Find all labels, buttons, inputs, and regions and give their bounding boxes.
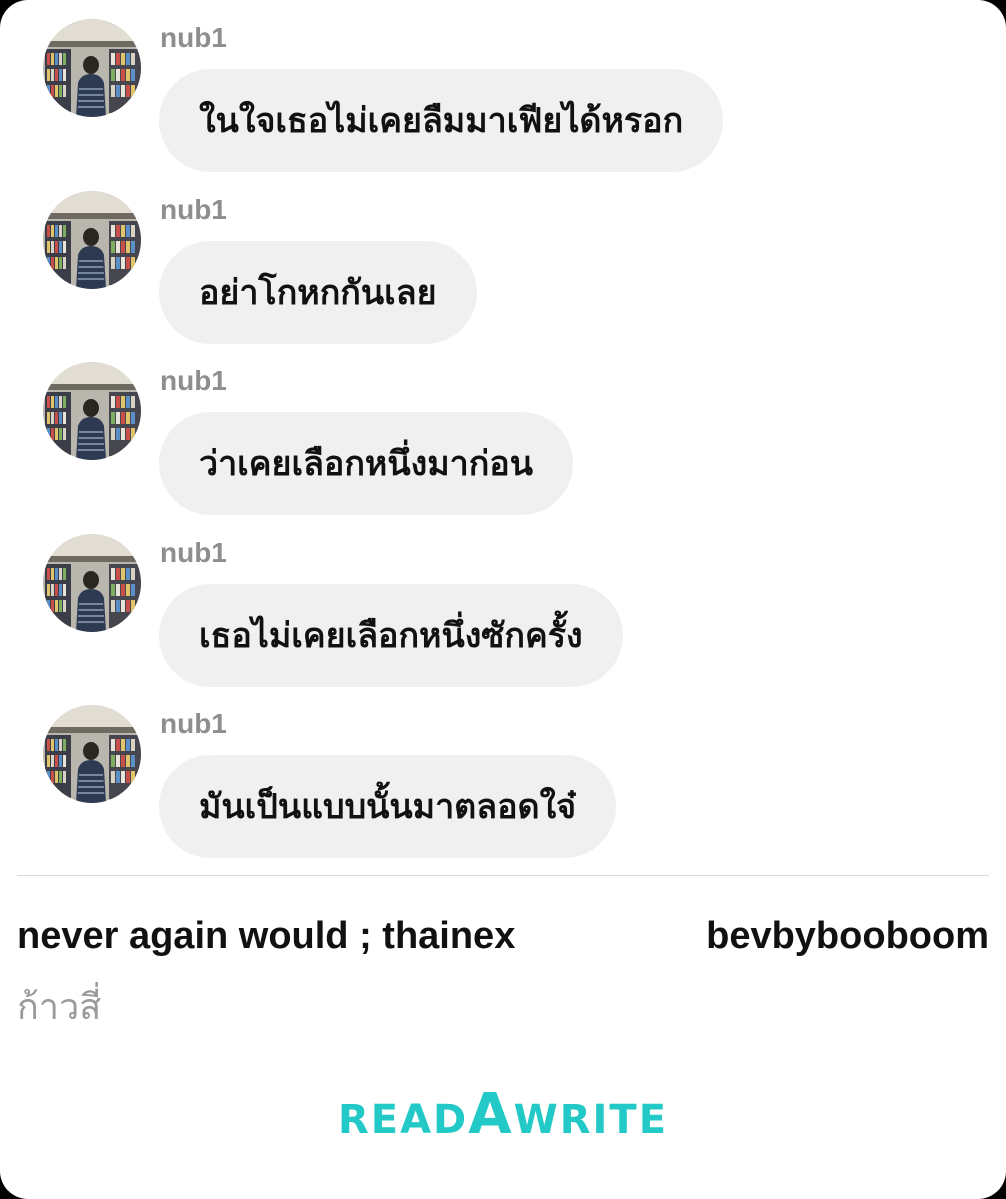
logo-part-read: READ <box>337 1097 469 1143</box>
avatar-photo-icon <box>43 191 141 289</box>
message-text: ว่าเคยเลือกหนึ่งมาก่อน <box>199 443 533 484</box>
readawrite-logo: READAWRITE <box>0 1087 1006 1145</box>
sender-name: nub1 <box>160 708 227 739</box>
chat-message: nub1 มันเป็นแบบนั้นมาตลอดใจ๋ <box>0 686 1006 858</box>
divider <box>17 875 989 876</box>
avatar[interactable] <box>43 705 141 803</box>
chat-message: nub1 เธอไม่เคยเลือกหนึ่งซักครั้ง <box>0 515 1006 687</box>
avatar-photo-icon <box>43 705 141 803</box>
message-bubble[interactable]: ในใจเธอไม่เคยลืมมาเฟียได้หรอก <box>159 69 724 172</box>
author-name[interactable]: bevbybooboom <box>706 913 989 959</box>
chat-message: nub1 ในใจเธอไม่เคยลืมมาเฟียได้หรอก <box>0 0 1006 172</box>
message-bubble[interactable]: มันเป็นแบบนั้นมาตลอดใจ๋ <box>159 755 617 858</box>
chat-message: nub1 อย่าโกหกกันเลย <box>0 172 1006 344</box>
logo-part-a: A <box>468 1082 514 1147</box>
avatar[interactable] <box>43 362 141 460</box>
message-bubble[interactable]: เธอไม่เคยเลือกหนึ่งซักครั้ง <box>159 584 623 687</box>
sender-name: nub1 <box>160 537 227 568</box>
avatar[interactable] <box>43 534 141 632</box>
message-bubble[interactable]: อย่าโกหกกันเลย <box>159 241 477 344</box>
avatar-photo-icon <box>43 534 141 632</box>
avatar-photo-icon <box>43 362 141 460</box>
sender-name: nub1 <box>160 22 227 53</box>
message-bubble[interactable]: ว่าเคยเลือกหนึ่งมาก่อน <box>159 412 573 515</box>
chat-card: nub1 ในใจเธอไม่เคยลืมมาเฟียได้หรอก nub1 … <box>0 0 1006 1199</box>
avatar[interactable] <box>43 191 141 289</box>
story-title[interactable]: never again would ; thainex <box>17 913 515 959</box>
sender-name: nub1 <box>160 194 227 225</box>
message-text: ในใจเธอไม่เคยลืมมาเฟียได้หรอก <box>199 100 684 141</box>
avatar[interactable] <box>43 19 141 117</box>
message-text: มันเป็นแบบนั้นมาตลอดใจ๋ <box>199 786 577 827</box>
logo-part-write: WRITE <box>513 1097 669 1143</box>
avatar-photo-icon <box>43 19 141 117</box>
chat-message: nub1 ว่าเคยเลือกหนึ่งมาก่อน <box>0 343 1006 515</box>
sender-name: nub1 <box>160 365 227 396</box>
message-text: เธอไม่เคยเลือกหนึ่งซักครั้ง <box>199 615 583 656</box>
chapter-title[interactable]: ก้าวสี่ <box>17 984 101 1032</box>
message-text: อย่าโกหกกันเลย <box>199 272 437 313</box>
